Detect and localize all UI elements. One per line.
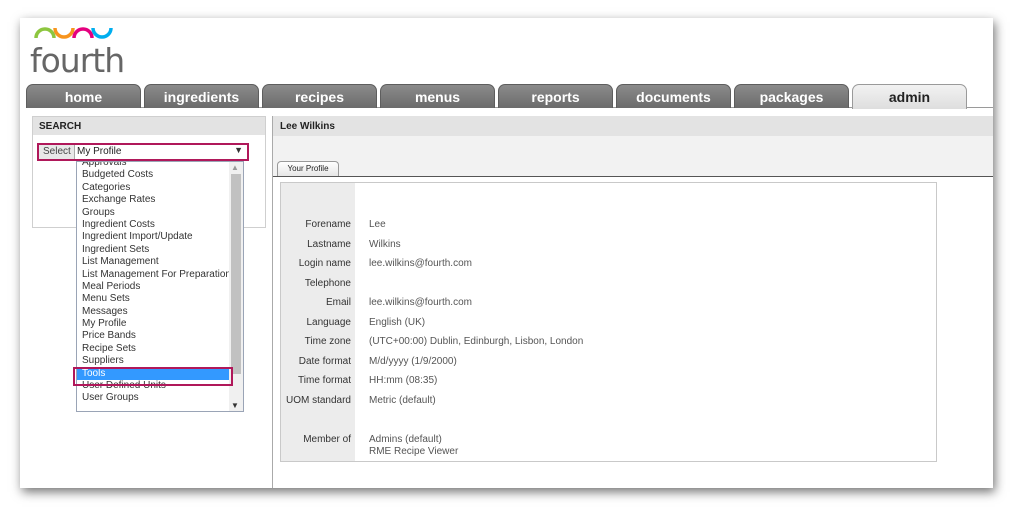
- dropdown-option[interactable]: Messages: [77, 306, 230, 318]
- profile-field-label: Date format: [298, 356, 351, 367]
- select-current-value: My Profile: [77, 146, 122, 157]
- profile-field-value: Wilkins: [369, 239, 401, 250]
- dropdown-scrollbar[interactable]: ▲ ▼: [229, 162, 243, 411]
- app-window: fourth home ingredients recipes menus report…: [20, 18, 993, 488]
- select-dropdown-list[interactable]: Approvals Budgeted Costs Categories Exchang…: [76, 161, 244, 412]
- profile-field-label: UOM standard: [285, 395, 351, 406]
- select-label: Select: [39, 145, 75, 159]
- content-title: Lee Wilkins: [273, 116, 993, 136]
- dropdown-option[interactable]: Price Bands: [77, 330, 230, 342]
- member-of-label: Member of: [303, 434, 351, 445]
- profile-field-value: lee.wilkins@fourth.com: [369, 297, 472, 308]
- dropdown-option[interactable]: Ingredient Costs: [77, 219, 230, 231]
- profile-field-label: Language: [306, 317, 352, 328]
- main-nav-tabs: home ingredients recipes menus reports docume…: [26, 84, 993, 109]
- tab-documents[interactable]: documents: [616, 84, 731, 108]
- profile-field-label: Email: [325, 297, 351, 308]
- profile-field-label: Time format: [298, 375, 351, 386]
- dropdown-option[interactable]: Meal Periods: [77, 281, 230, 293]
- profile-field-value: Lee: [369, 219, 386, 230]
- fourth-logo[interactable]: fourth: [30, 22, 140, 78]
- member-of-row: Member of Admins (default) RME Recipe View…: [281, 434, 931, 462]
- logo-wordmark: fourth: [30, 41, 125, 80]
- tab-packages[interactable]: packages: [734, 84, 849, 108]
- profile-row: Language English (UK): [281, 317, 931, 331]
- search-panel-title: SEARCH: [33, 117, 265, 135]
- dropdown-option[interactable]: Suppliers: [77, 355, 230, 367]
- dropdown-option[interactable]: Ingredient Sets: [77, 244, 230, 256]
- profile-field-value: M/d/yyyy (1/9/2000): [369, 356, 457, 367]
- member-group: Admins (default): [369, 434, 442, 445]
- profile-field-label: Telephone: [304, 278, 351, 289]
- dropdown-option[interactable]: Recipe Sets: [77, 343, 230, 355]
- profile-field-value: Metric (default): [369, 395, 436, 406]
- dropdown-arrow-icon[interactable]: ▼: [234, 145, 243, 155]
- dropdown-option[interactable]: List Management For Preparation: [77, 269, 231, 281]
- subtab-divider: [273, 176, 993, 177]
- dropdown-option[interactable]: Categories: [77, 182, 230, 194]
- tab-menus[interactable]: menus: [380, 84, 495, 108]
- scrollbar-thumb[interactable]: [231, 174, 241, 374]
- profile-details: Forename Lee Lastname Wilkins Login name lee.…: [280, 182, 937, 462]
- dropdown-option[interactable]: Exchange Rates: [77, 194, 230, 206]
- dropdown-option[interactable]: Groups: [77, 207, 230, 219]
- dropdown-option[interactable]: Menu Sets: [77, 293, 230, 305]
- profile-row: Date format M/d/yyyy (1/9/2000): [281, 356, 931, 370]
- profile-row: UOM standard Metric (default): [281, 395, 931, 409]
- profile-field-value: English (UK): [369, 317, 426, 328]
- dropdown-option[interactable]: User Defined Units: [77, 380, 230, 392]
- profile-field-value: HH:mm (08:35): [369, 375, 438, 386]
- profile-row: Email lee.wilkins@fourth.com: [281, 297, 931, 311]
- tab-your-profile[interactable]: Your Profile: [277, 161, 339, 176]
- dropdown-options: Approvals Budgeted Costs Categories Exchang…: [77, 162, 231, 405]
- profile-row: Lastname Wilkins: [281, 239, 931, 253]
- profile-row: Telephone: [281, 278, 931, 292]
- tab-admin[interactable]: admin: [852, 84, 967, 109]
- dropdown-option[interactable]: Budgeted Costs: [77, 169, 230, 181]
- dropdown-option[interactable]: Approvals: [77, 162, 230, 169]
- profile-row: Login name lee.wilkins@fourth.com: [281, 258, 931, 272]
- content-band: [273, 136, 993, 176]
- profile-field-label: Login name: [298, 258, 351, 269]
- profile-row: Time zone (UTC+00:00) Dublin, Edinburgh, …: [281, 336, 931, 350]
- dropdown-option[interactable]: Ingredient Import/Update: [77, 231, 230, 243]
- profile-field-label: Lastname: [307, 239, 351, 250]
- dropdown-option[interactable]: My Profile: [77, 318, 230, 330]
- scroll-up-icon[interactable]: ▲: [231, 163, 239, 172]
- profile-field-value: lee.wilkins@fourth.com: [369, 258, 472, 269]
- profile-field-value: (UTC+00:00) Dublin, Edinburgh, Lisbon, L…: [369, 336, 584, 347]
- member-group: RME Recipe Viewer: [369, 446, 459, 457]
- profile-row: Time format HH:mm (08:35): [281, 375, 931, 389]
- profile-content: Lee Wilkins Your Profile Forename Lee Last…: [272, 116, 993, 488]
- dropdown-option[interactable]: Tools: [77, 367, 230, 381]
- admin-section-select[interactable]: Select My Profile ▼: [37, 143, 249, 161]
- dropdown-option[interactable]: List Management: [77, 256, 230, 268]
- profile-row: Forename Lee: [281, 219, 931, 233]
- scroll-down-icon[interactable]: ▼: [231, 401, 239, 410]
- profile-field-label: Forename: [305, 219, 351, 230]
- tab-recipes[interactable]: recipes: [262, 84, 377, 108]
- tab-reports[interactable]: reports: [498, 84, 613, 108]
- profile-field-label: Time zone: [304, 336, 351, 347]
- tab-home[interactable]: home: [26, 84, 141, 108]
- tab-ingredients[interactable]: ingredients: [144, 84, 259, 108]
- dropdown-option[interactable]: User Groups: [77, 392, 230, 404]
